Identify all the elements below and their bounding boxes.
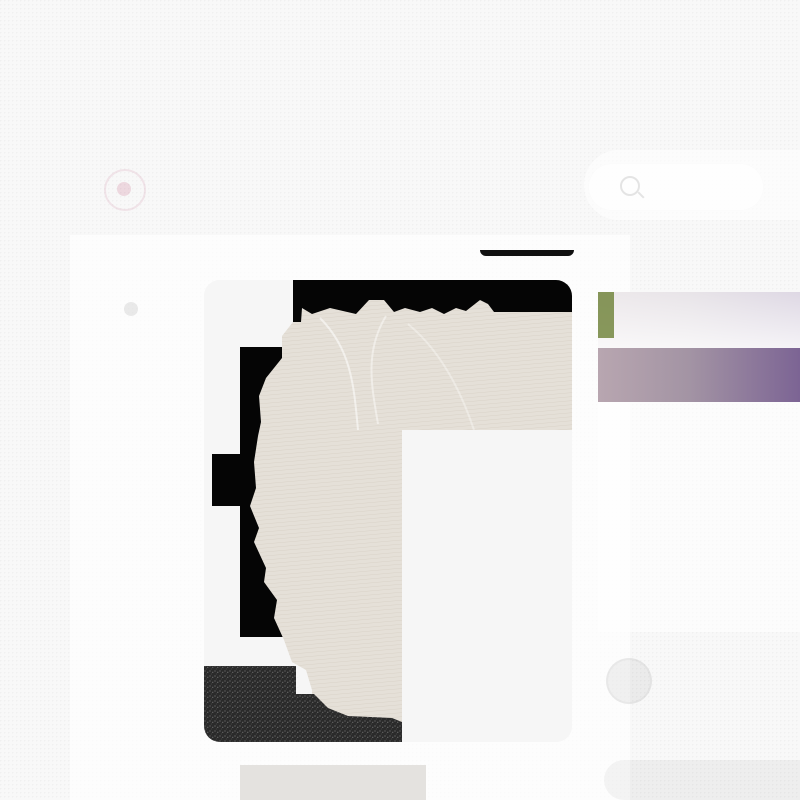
card-dot-icon xyxy=(124,302,138,316)
author-avatar[interactable] xyxy=(606,658,652,704)
image-bottom-strip xyxy=(240,765,426,800)
nav-item-1[interactable] xyxy=(172,175,176,197)
main-image-graphic xyxy=(204,280,572,742)
image-top-bar xyxy=(480,250,574,256)
page-title xyxy=(88,34,788,58)
search-field[interactable] xyxy=(584,150,800,220)
page-subtitle xyxy=(88,86,588,108)
main-image[interactable] xyxy=(204,280,572,742)
side-card xyxy=(598,402,800,632)
nav-item-3[interactable] xyxy=(442,175,446,197)
side-thumbnail[interactable] xyxy=(598,292,800,402)
brand-logo-icon[interactable] xyxy=(104,169,146,211)
main-image-container xyxy=(204,250,594,742)
search-icon xyxy=(620,176,640,196)
screenshot-page xyxy=(0,0,800,800)
bottom-right-chip[interactable] xyxy=(604,760,800,800)
page-meta xyxy=(88,116,788,132)
nav-item-2[interactable] xyxy=(308,175,312,197)
